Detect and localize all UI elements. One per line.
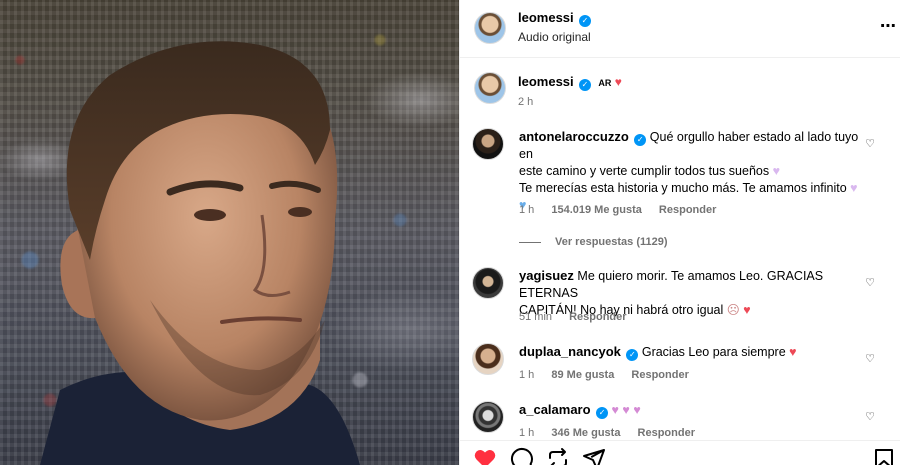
post-media[interactable] [0, 0, 459, 465]
comment-likes[interactable]: 346 Me gusta [551, 427, 620, 439]
comment-likes[interactable]: 154.019 Me gusta [551, 204, 642, 216]
comment-meta: 51 min Responder [519, 311, 641, 323]
repost-icon[interactable] [546, 447, 570, 465]
comment-text: Te merecías esta historia y mucho más. T… [519, 181, 847, 195]
comment-icon[interactable] [510, 447, 534, 465]
commenter-avatar[interactable] [472, 401, 504, 433]
comment-meta: 1 h 346 Me gusta Responder [519, 427, 709, 439]
comment-item: a_calamaro ✓ ♥ ♥ ♥ 1 h 346 Me gusta Resp… [472, 401, 882, 441]
audio-label[interactable]: Audio original [518, 30, 591, 44]
verified-badge-icon: ✓ [579, 79, 591, 91]
comment-time: 1 h [519, 369, 535, 381]
comment-meta: 1 h 154.019 Me gusta Responder [519, 204, 730, 216]
like-comment-heart-icon[interactable]: ♡ [864, 353, 876, 365]
caption-author-username[interactable]: leomessi [518, 74, 574, 89]
caption-text: AR [598, 78, 612, 88]
crying-face-emoji-icon: ☹ [726, 303, 740, 317]
reply-button[interactable]: Responder [659, 204, 716, 216]
like-comment-heart-icon[interactable]: ♡ [864, 277, 876, 289]
lilac-heart-emoji-icon: ♥ [772, 164, 781, 178]
sparkling-heart-emoji-icon: ♥ ♥ ♥ [611, 403, 641, 417]
comment-item: antonelaroccuzzo ✓ Qué orgullo haber est… [472, 128, 882, 228]
view-replies-button[interactable]: Ver respuestas (1129) [519, 236, 668, 248]
red-heart-emoji-icon: ♥ [614, 75, 622, 89]
heart-icon[interactable] [473, 447, 497, 465]
comment-time: 51 min [519, 311, 553, 323]
comment-body: duplaa_nancyok ✓ Gracias Leo para siempr… [519, 343, 874, 361]
post-header: leomessi ✓ Audio original ⋯ [460, 0, 900, 58]
bookmark-icon[interactable] [872, 447, 896, 465]
post-details-panel: leomessi ✓ Audio original ⋯ leomessi ✓ A… [459, 0, 900, 465]
comment-body: antonelaroccuzzo ✓ Qué orgullo haber est… [519, 128, 874, 214]
commenter-username[interactable]: yagisuez [519, 268, 574, 283]
comment-text: este camino y verte cumplir todos tus su… [519, 164, 770, 178]
comment-meta: 1 h 89 Me gusta Responder [519, 369, 703, 381]
verified-badge-icon: ✓ [579, 15, 591, 27]
red-heart-emoji-icon: ♥ [743, 303, 751, 317]
commenter-username[interactable]: a_calamaro [519, 402, 591, 417]
replies-line-divider [519, 241, 541, 243]
author-avatar[interactable] [474, 12, 506, 44]
commenter-avatar[interactable] [472, 267, 504, 299]
post-time: 2 h [518, 96, 534, 108]
player-portrait-image [40, 41, 360, 465]
comment-likes[interactable]: 89 Me gusta [551, 369, 614, 381]
share-icon[interactable] [582, 447, 606, 465]
reply-button[interactable]: Responder [631, 369, 688, 381]
reply-button[interactable]: Responder [638, 427, 695, 439]
like-comment-heart-icon[interactable]: ♡ [864, 411, 876, 423]
author-username[interactable]: leomessi [518, 10, 574, 25]
post-action-bar [460, 440, 900, 465]
more-options-icon[interactable]: ⋯ [880, 16, 897, 36]
caption-author-avatar[interactable] [474, 72, 506, 104]
commenter-username[interactable]: duplaa_nancyok [519, 344, 621, 359]
commenter-username[interactable]: antonelaroccuzzo [519, 129, 629, 144]
comment-time: 1 h [519, 204, 535, 216]
comment-text: Gracias Leo para siempre [641, 345, 786, 359]
like-comment-heart-icon[interactable]: ♡ [864, 138, 876, 150]
commenter-avatar[interactable] [472, 128, 504, 160]
caption: leomessi ✓ AR ♥ 2 h [474, 72, 894, 112]
comment-time: 1 h [519, 427, 535, 439]
red-heart-emoji-icon: ♥ [789, 345, 797, 359]
comment-body: a_calamaro ✓ ♥ ♥ ♥ [519, 401, 874, 419]
verified-badge-icon: ✓ [596, 407, 609, 419]
commenter-avatar[interactable] [472, 343, 504, 375]
verified-badge-icon: ✓ [634, 134, 647, 146]
reply-button[interactable]: Responder [569, 311, 626, 323]
lilac-heart-emoji-icon: ♥ [850, 181, 858, 195]
comment-item: duplaa_nancyok ✓ Gracias Leo para siempr… [472, 343, 882, 387]
comment-item: yagisuez Me quiero morir. Te amamos Leo.… [472, 267, 882, 329]
verified-badge-icon: ✓ [626, 349, 639, 361]
